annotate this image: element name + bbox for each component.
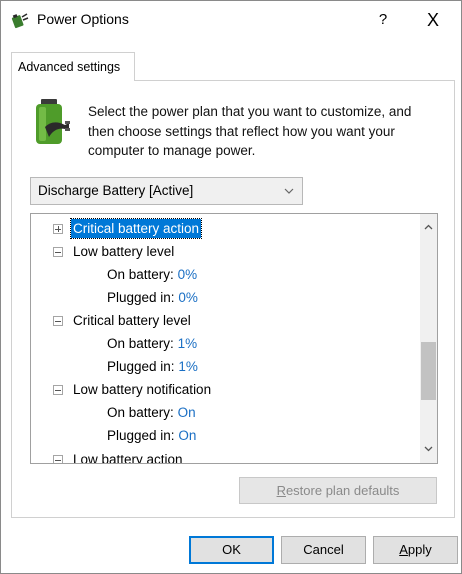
selected-plan: Discharge Battery [Active] [38,183,194,198]
setting-value[interactable]: On [178,405,196,420]
tab-label: Advanced settings [18,60,121,74]
apply-mnemonic: A [399,542,408,557]
collapse-icon[interactable] [53,316,63,326]
setting-value[interactable]: 1% [178,336,198,351]
setting-label: Plugged in: [107,359,175,374]
chevron-down-icon [284,188,294,194]
restore-mnemonic: R [276,483,286,498]
chevron-up-icon[interactable] [424,223,433,232]
chevron-down-icon[interactable] [424,444,433,453]
ok-button[interactable]: OK [189,536,274,564]
tree-setting-row[interactable]: On battery: 1% [107,334,197,353]
power-plan-select[interactable]: Discharge Battery [Active] [30,177,303,205]
tree-setting-row[interactable]: On battery: 0% [107,265,197,284]
plan-description: Select the power plan that you want to c… [88,104,412,158]
setting-label: Plugged in: [107,428,175,443]
scrollbar-thumb[interactable] [421,342,436,400]
restore-label: estore plan defaults [285,483,400,498]
apply-button[interactable]: Apply [373,536,458,564]
help-button[interactable]: ? [371,8,395,32]
setting-label: On battery: [107,336,174,351]
tree-item-label: Critical battery action [69,218,203,239]
collapse-icon[interactable] [53,455,63,463]
cancel-button[interactable]: Cancel [281,536,366,564]
tree-item-label: Low battery action [73,452,183,464]
close-button[interactable]: X [419,8,447,32]
tree-item-label: Critical battery level [73,313,191,328]
setting-value[interactable]: 0% [178,267,198,282]
settings-tree[interactable]: Critical battery action Low battery leve… [30,213,438,464]
title-bar[interactable]: Power Options ? X [1,1,461,39]
setting-value[interactable]: On [178,428,196,443]
apply-label: pply [407,542,432,557]
collapse-icon[interactable] [53,247,63,257]
power-options-icon [11,13,29,29]
tree-setting-row[interactable]: Plugged in: On [107,426,196,445]
tree-setting-row[interactable]: On battery: On [107,403,196,422]
setting-value[interactable]: 1% [178,359,198,374]
expand-icon[interactable] [53,224,63,234]
vertical-scrollbar[interactable] [420,214,437,463]
tree-item-label: Low battery level [73,244,175,259]
power-options-window: Power Options ? X Advanced settings Sele… [0,0,462,574]
setting-value[interactable]: 0% [178,290,198,305]
battery-plug-icon [36,99,70,144]
setting-label: Plugged in: [107,290,175,305]
window-title: Power Options [37,11,129,27]
setting-label: On battery: [107,405,174,420]
tree-setting-row[interactable]: Plugged in: 1% [107,357,198,376]
restore-plan-defaults-button[interactable]: Restore plan defaults [239,477,437,504]
setting-label: On battery: [107,267,174,282]
collapse-icon[interactable] [53,385,63,395]
tree-setting-row[interactable]: Plugged in: 0% [107,288,198,307]
tab-advanced-settings[interactable]: Advanced settings [11,52,135,81]
tree-item-label: Low battery notification [73,382,212,397]
